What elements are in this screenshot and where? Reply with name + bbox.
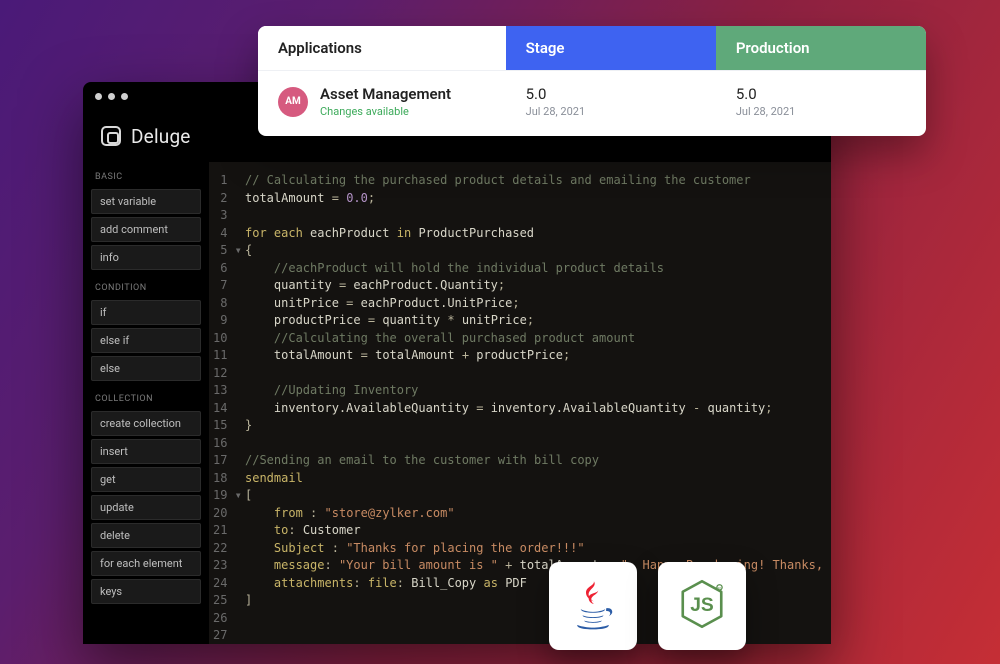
palette-block[interactable]: keys [91,579,201,604]
applications-card-header: Applications Stage Production [258,26,926,70]
app-avatar: AM [278,87,308,117]
editor-brand-name: Deluge [131,125,191,148]
blocks-palette: BASIC set variable add comment info CONDITIO… [83,162,209,644]
palette-block[interactable]: info [91,245,201,270]
palette-block[interactable]: set variable [91,189,201,214]
deluge-editor-window: Deluge BASIC set variable add comment info C… [83,82,831,644]
palette-block[interactable]: insert [91,439,201,464]
tab-production[interactable]: Production [716,26,926,70]
stage-version: 5.0 [526,85,696,103]
palette-block[interactable]: delete [91,523,201,548]
svg-text:R: R [718,586,721,591]
palette-block[interactable]: if [91,300,201,325]
prod-version: 5.0 [736,85,906,103]
java-chip [549,562,637,650]
applications-card: Applications Stage Production AM Asset M… [258,26,926,136]
app-status: Changes available [320,105,451,118]
java-icon [565,576,621,636]
deluge-logo-icon [101,126,121,146]
code-gutter: 1 2 3 4 5 ▾ 6 7 8 9 10 11 12 13 14 15 16… [209,162,241,644]
palette-block[interactable]: else [91,356,201,381]
palette-block[interactable]: get [91,467,201,492]
tab-applications[interactable]: Applications [258,26,506,70]
nodejs-chip: JS R [658,562,746,650]
window-dot-icon [95,93,102,100]
tab-stage[interactable]: Stage [506,26,716,70]
palette-block[interactable]: update [91,495,201,520]
palette-group-header: CONDITION [91,273,201,297]
palette-block[interactable]: create collection [91,411,201,436]
palette-block[interactable]: for each element [91,551,201,576]
palette-group-header: COLLECTION [91,384,201,408]
prod-date: Jul 28, 2021 [736,105,906,118]
nodejs-icon: JS R [674,576,730,636]
stage-date: Jul 28, 2021 [526,105,696,118]
palette-group-header: BASIC [91,162,201,186]
palette-block[interactable]: else if [91,328,201,353]
window-dot-icon [121,93,128,100]
palette-block[interactable]: add comment [91,217,201,242]
svg-text:JS: JS [690,595,714,616]
window-dot-icon [108,93,115,100]
applications-row[interactable]: AM Asset Management Changes available 5.… [258,70,926,136]
app-name: Asset Management [320,85,451,103]
